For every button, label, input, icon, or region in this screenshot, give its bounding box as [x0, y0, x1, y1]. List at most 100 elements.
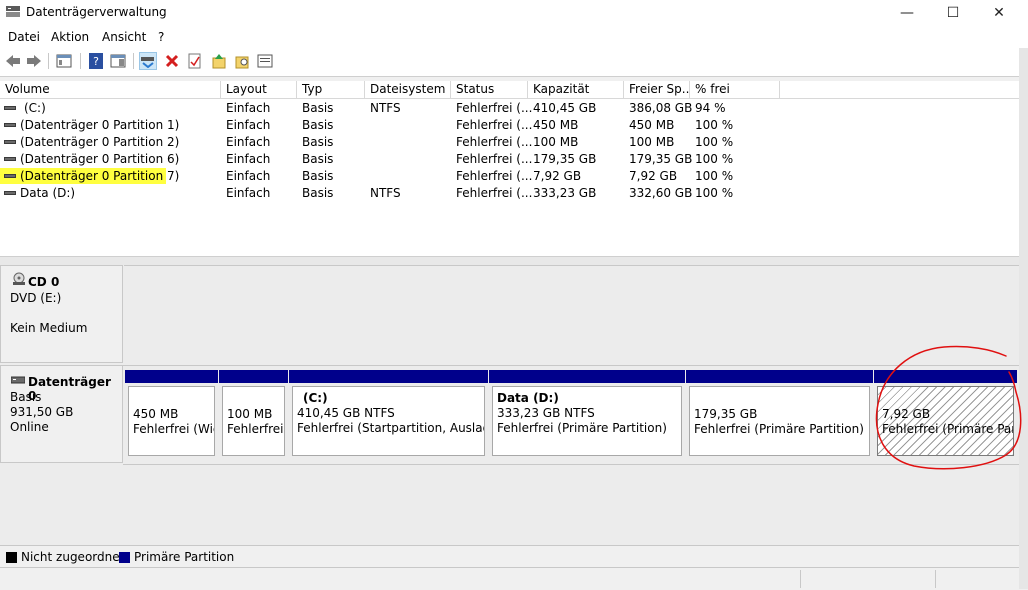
partition-size: 7,92 GB [882, 407, 931, 421]
cd0-title: CD 0 [28, 275, 60, 289]
toolbar-separator [48, 53, 49, 69]
partition-block[interactable]: 100 MB Fehlerfrei ( [219, 370, 288, 460]
partition-status: Fehlerfrei ( [227, 422, 284, 436]
volume-layout: Einfach [226, 186, 271, 200]
volume-typ: Basis [302, 101, 334, 115]
volume-name: Data (D:) [20, 186, 76, 200]
settings-icon[interactable] [256, 52, 274, 70]
window-title: Datenträgerverwaltung [26, 5, 167, 19]
delete-icon[interactable] [163, 52, 181, 70]
menu-help[interactable]: ? [158, 30, 164, 44]
cd0-area [124, 265, 1019, 363]
hard-disk-icon [11, 376, 25, 384]
close-button[interactable]: ✕ [976, 0, 1022, 26]
disk-management-app-icon [6, 6, 20, 17]
column-header-dateisystem[interactable]: Dateisystem [365, 81, 451, 99]
partition-size: 100 MB [227, 407, 273, 421]
column-header-prozent-frei[interactable]: % frei [690, 81, 780, 99]
partition-block-selected[interactable]: 7,92 GB Fehlerfrei (Primäre Partit [874, 370, 1017, 460]
column-header-status[interactable]: Status [451, 81, 528, 99]
volume-name: (Datenträger 0 Partition 2) [20, 135, 180, 149]
volume-list: Volume Layout Typ Dateisystem Status Kap… [0, 81, 1019, 256]
disk-graphical-view: CD 0 DVD (E:) Kein Medium Datenträger 0 … [0, 265, 1019, 545]
volume-free: 450 MB [629, 118, 675, 132]
cd0-media-status: Kein Medium [10, 321, 88, 335]
menu-datei[interactable]: Datei [8, 30, 40, 44]
partition-block-c[interactable]: (C:) 410,45 GB NTFS Fehlerfrei (Startpar… [289, 370, 488, 460]
disk0-size: 931,50 GB [10, 405, 74, 419]
table-row[interactable]: (Datenträger 0 Partition 6) Einfach Basi… [0, 151, 1019, 168]
volume-typ: Basis [302, 118, 334, 132]
volume-status: Fehlerfrei (... [456, 101, 533, 115]
volume-typ: Basis [302, 186, 334, 200]
volume-capacity: 333,23 GB [533, 186, 597, 200]
table-row-highlighted[interactable]: (Datenträger 0 Partition 7) Einfach Basi… [0, 168, 1019, 185]
cd-drive-icon [13, 272, 25, 285]
partition-size: 179,35 GB [694, 407, 758, 421]
explore-icon[interactable] [233, 52, 251, 70]
volume-status: Fehlerfrei (... [456, 152, 533, 166]
partition-size: 450 MB [133, 407, 179, 421]
toolbar-separator [80, 53, 81, 69]
partition-status: Fehlerfrei (Primäre Partition) [497, 421, 667, 435]
primary-partition-bar [874, 370, 1017, 383]
volume-free: 332,60 GB [629, 186, 693, 200]
column-header-typ[interactable]: Typ [297, 81, 365, 99]
title-bar: Datenträgerverwaltung — ☐ ✕ [0, 0, 1028, 26]
volume-status: Fehlerfrei (... [456, 169, 533, 183]
column-header-freier-speicher[interactable]: Freier Sp... [624, 81, 690, 99]
menu-aktion[interactable]: Aktion [51, 30, 89, 44]
forward-icon[interactable] [25, 52, 43, 70]
partition-block[interactable]: 450 MB Fehlerfrei (Wie [125, 370, 218, 460]
minimize-button[interactable]: — [884, 0, 930, 26]
open-icon[interactable] [210, 52, 228, 70]
column-header-layout[interactable]: Layout [221, 81, 297, 99]
volume-layout: Einfach [226, 169, 271, 183]
column-header-volume[interactable]: Volume [0, 81, 221, 99]
partition-block[interactable]: 179,35 GB Fehlerfrei (Primäre Partition) [686, 370, 873, 460]
volume-typ: Basis [302, 135, 334, 149]
table-row[interactable]: (Datenträger 0 Partition 2) Einfach Basi… [0, 134, 1019, 151]
disk0-type: Basis [10, 390, 42, 404]
volume-free: 7,92 GB [629, 169, 678, 183]
cd0-label-box[interactable]: CD 0 DVD (E:) Kein Medium [0, 265, 123, 363]
volume-capacity: 410,45 GB [533, 101, 597, 115]
help-icon[interactable]: ? [87, 52, 105, 70]
volume-percent-free: 100 % [695, 169, 734, 183]
volume-free: 100 MB [629, 135, 675, 149]
volume-free: 179,35 GB [629, 152, 693, 166]
partition-status: Fehlerfrei (Wie [133, 422, 215, 436]
volume-typ: Basis [302, 169, 334, 183]
maximize-button[interactable]: ☐ [930, 0, 976, 26]
toolbar: ? [0, 48, 1028, 77]
volume-status: Fehlerfrei (... [456, 118, 533, 132]
volume-name: (C:) [24, 101, 46, 115]
legend-label-primary: Primäre Partition [134, 550, 235, 564]
volume-percent-free: 100 % [695, 135, 734, 149]
volume-status: Fehlerfrei (... [456, 186, 533, 200]
primary-partition-bar [686, 370, 873, 383]
menu-ansicht[interactable]: Ansicht [102, 30, 146, 44]
console-tree-icon[interactable] [55, 52, 73, 70]
table-row[interactable]: (Datenträger 0 Partition 1) Einfach Basi… [0, 117, 1019, 134]
drive-icon [4, 106, 16, 110]
volume-fs: NTFS [370, 101, 401, 115]
volume-capacity: 450 MB [533, 118, 579, 132]
partition-name: Data (D:) [497, 391, 559, 405]
disk0-label-box[interactable]: Datenträger 0 Basis 931,50 GB Online [0, 365, 123, 463]
table-row[interactable]: Data (D:) Einfach Basis NTFS Fehlerfrei … [0, 185, 1019, 202]
vertical-scrollbar[interactable] [1019, 48, 1028, 589]
connect-drive-icon[interactable] [139, 52, 157, 70]
properties-icon[interactable] [186, 52, 204, 70]
column-header-kapazitaet[interactable]: Kapazität [528, 81, 624, 99]
action-pane-icon[interactable] [109, 52, 127, 70]
volume-percent-free: 100 % [695, 186, 734, 200]
volume-free: 386,08 GB [629, 101, 693, 115]
disk0-title: Datenträger 0 [28, 375, 111, 403]
volume-percent-free: 94 % [695, 101, 726, 115]
status-divider [935, 570, 936, 588]
table-row[interactable]: (C:) Einfach Basis NTFS Fehlerfrei (... … [0, 100, 1019, 117]
volume-status: Fehlerfrei (... [456, 135, 533, 149]
back-icon[interactable] [4, 52, 22, 70]
partition-block-d[interactable]: Data (D:) 333,23 GB NTFS Fehlerfrei (Pri… [489, 370, 685, 460]
